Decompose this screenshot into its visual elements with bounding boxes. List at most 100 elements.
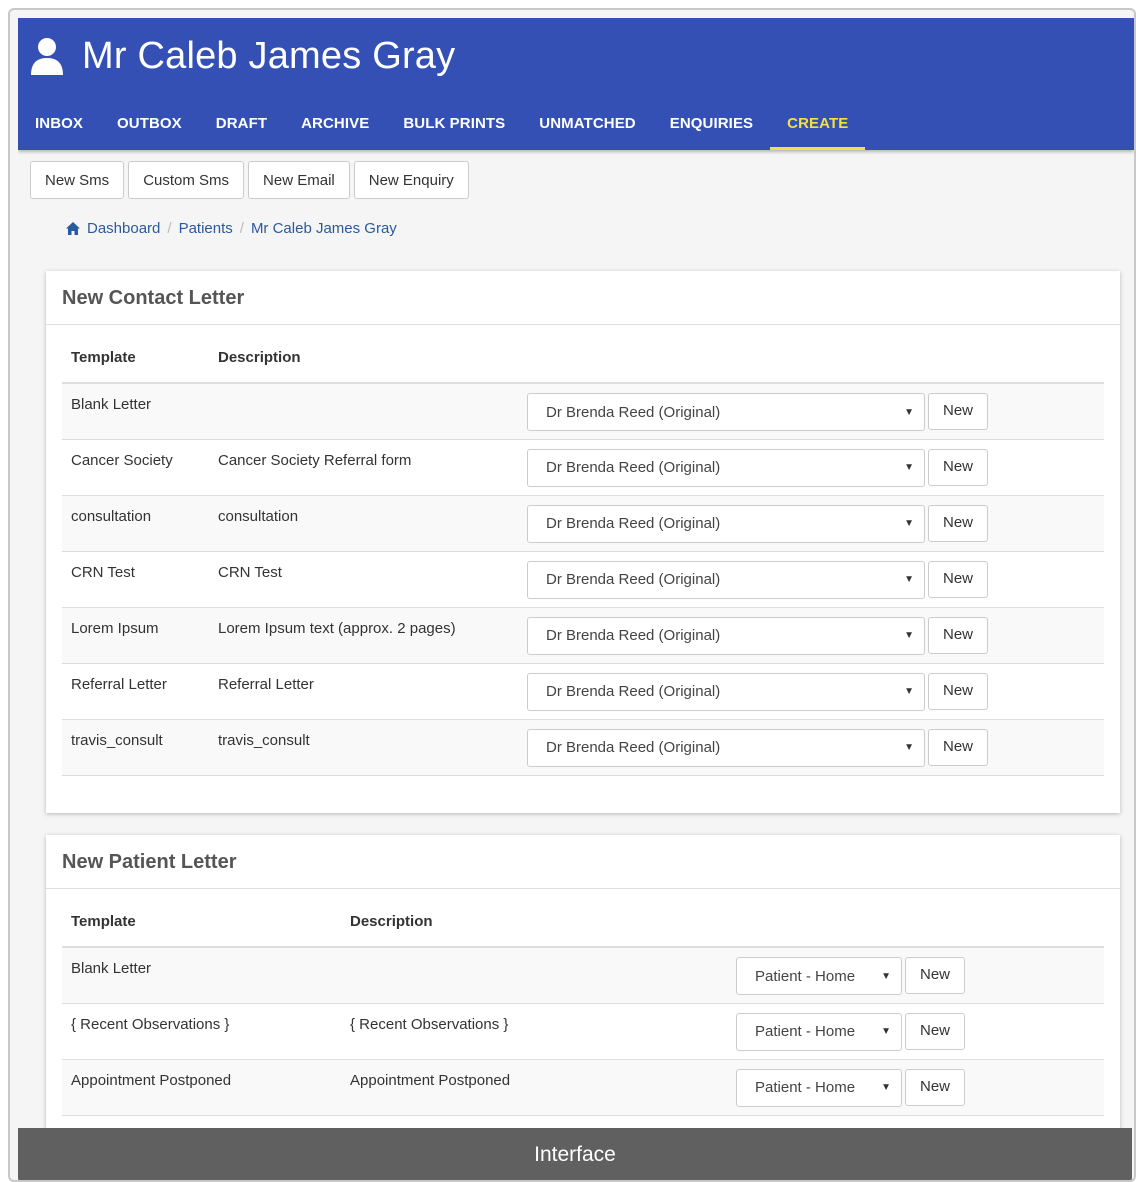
column-header-template: Template <box>62 909 341 948</box>
nav-tab-archive[interactable]: ARCHIVE <box>284 102 386 150</box>
column-header-description: Description <box>341 909 736 948</box>
action-cell: New <box>925 383 1104 440</box>
nav-tab-outbox[interactable]: OUTBOX <box>100 102 199 150</box>
column-header-action <box>925 345 1104 384</box>
caret-down-icon: ▼ <box>881 1026 891 1037</box>
author-select-value: Dr Brenda Reed (Original) <box>546 571 721 588</box>
breadcrumb: Dashboard / Patients / Mr Caleb James Gr… <box>66 220 397 237</box>
column-header-template: Template <box>62 345 209 384</box>
new-enquiry-button[interactable]: New Enquiry <box>353 161 469 199</box>
address-select[interactable]: Patient - Home ▼ <box>736 957 902 995</box>
caret-down-icon: ▼ <box>881 970 891 982</box>
author-select-value: Dr Brenda Reed (Original) <box>546 627 721 644</box>
new-letter-button[interactable]: New <box>928 672 988 710</box>
template-cell: Blank Letter <box>62 947 341 1004</box>
new-letter-button[interactable]: New <box>928 560 988 598</box>
table-header-row: Template Description <box>62 909 1104 948</box>
column-header-description: Description <box>209 345 527 384</box>
app-window: Mr Caleb James Gray INBOX OUTBOX DRAFT ARCH… <box>18 18 1134 1138</box>
address-select-value: Patient - Home <box>755 1023 856 1040</box>
description-cell <box>209 383 527 440</box>
template-cell: Cancer Society <box>62 439 209 496</box>
template-cell: Blank Letter <box>62 383 209 440</box>
author-select[interactable]: Dr Brenda Reed (Original) ▼ <box>527 393 925 431</box>
page-title: Mr Caleb James Gray <box>82 34 456 77</box>
description-cell: Appointment Postponed <box>341 1059 736 1116</box>
custom-sms-button[interactable]: Custom Sms <box>128 161 245 199</box>
contact-letter-rows: Blank Letter Dr Brenda Reed (Original) ▼ Ne… <box>62 383 1104 776</box>
new-letter-button[interactable]: New <box>928 616 988 654</box>
select-cell: Dr Brenda Reed (Original) ▼ <box>527 551 925 608</box>
author-select[interactable]: Dr Brenda Reed (Original) ▼ <box>527 616 925 655</box>
description-cell: Referral Letter <box>209 663 527 720</box>
author-select[interactable]: Dr Brenda Reed (Original) ▼ <box>527 728 925 767</box>
action-toolbar: New Sms Custom Sms New Email New Enquiry <box>30 161 469 199</box>
new-email-button[interactable]: New Email <box>248 161 350 199</box>
nav-tab-unmatched[interactable]: UNMATCHED <box>522 102 652 150</box>
title-row: Mr Caleb James Gray <box>30 30 455 82</box>
column-header-address <box>736 909 902 948</box>
contact-letter-table: Template Description Blank Letter Dr Bren… <box>62 345 1104 776</box>
table-row: Referral Letter Referral Letter Dr Brenda … <box>62 663 1104 720</box>
header-bar: Mr Caleb James Gray INBOX OUTBOX DRAFT ARCH… <box>18 18 1134 150</box>
breadcrumb-patient[interactable]: Mr Caleb James Gray <box>251 220 397 237</box>
breadcrumb-patients[interactable]: Patients <box>179 220 233 237</box>
table-row: travis_consult travis_consult Dr Brenda Re… <box>62 719 1104 776</box>
author-select[interactable]: Dr Brenda Reed (Original) ▼ <box>527 560 925 599</box>
home-icon <box>66 222 80 235</box>
template-cell: consultation <box>62 495 209 552</box>
action-cell: New <box>902 947 1104 1004</box>
author-select[interactable]: Dr Brenda Reed (Original) ▼ <box>527 672 925 711</box>
patient-letter-rows: Blank Letter Patient - Home ▼ New{ Recent O… <box>62 947 1104 1116</box>
nav-tab-create[interactable]: CREATE <box>770 102 866 150</box>
action-cell: New <box>925 719 1104 776</box>
main-nav: INBOX OUTBOX DRAFT ARCHIVE BULK PRINTS UNMATC… <box>18 102 866 150</box>
table-row: { Recent Observations }{ Recent Observat… <box>62 1003 1104 1060</box>
template-cell: CRN Test <box>62 551 209 608</box>
author-select[interactable]: Dr Brenda Reed (Original) ▼ <box>527 448 925 487</box>
select-cell: Dr Brenda Reed (Original) ▼ <box>527 439 925 496</box>
select-cell: Dr Brenda Reed (Original) ▼ <box>527 663 925 720</box>
new-letter-button[interactable]: New <box>905 1068 965 1106</box>
new-letter-button[interactable]: New <box>928 728 988 766</box>
action-cell: New <box>925 495 1104 552</box>
new-letter-button[interactable]: New <box>928 504 988 542</box>
template-cell: travis_consult <box>62 719 209 776</box>
table-row: Appointment Postponed Appointment Postpon… <box>62 1059 1104 1116</box>
nav-tab-draft[interactable]: DRAFT <box>199 102 284 150</box>
breadcrumb-dashboard[interactable]: Dashboard <box>87 220 160 237</box>
description-cell: Lorem Ipsum text (approx. 2 pages) <box>209 607 527 664</box>
address-select[interactable]: Patient - Home ▼ <box>736 1068 902 1107</box>
column-header-action <box>902 909 1104 948</box>
select-cell: Patient - Home ▼ <box>736 1059 902 1116</box>
select-cell: Patient - Home ▼ <box>736 947 902 1004</box>
table-row: Blank Letter Dr Brenda Reed (Original) ▼ Ne… <box>62 383 1104 440</box>
author-select-value: Dr Brenda Reed (Original) <box>546 683 721 700</box>
description-cell: { Recent Observations } <box>341 1003 736 1060</box>
new-letter-button[interactable]: New <box>928 448 988 486</box>
select-cell: Dr Brenda Reed (Original) ▼ <box>527 383 925 440</box>
new-letter-button[interactable]: New <box>928 393 988 430</box>
author-select-value: Dr Brenda Reed (Original) <box>546 403 721 421</box>
action-cell: New <box>902 1059 1104 1116</box>
contact-letter-panel: New Contact Letter Template Description … <box>46 271 1120 813</box>
template-cell: Lorem Ipsum <box>62 607 209 664</box>
caret-down-icon: ▼ <box>904 406 914 418</box>
table-row: consultation consultation Dr Brenda Reed (… <box>62 495 1104 552</box>
description-cell: Cancer Society Referral form <box>209 439 527 496</box>
table-row: Lorem Ipsum Lorem Ipsum text (approx. 2 p… <box>62 607 1104 664</box>
nav-tab-inbox[interactable]: INBOX <box>18 102 100 150</box>
nav-tab-bulk-prints[interactable]: BULK PRINTS <box>386 102 522 150</box>
address-select[interactable]: Patient - Home ▼ <box>736 1012 902 1051</box>
select-cell: Dr Brenda Reed (Original) ▼ <box>527 495 925 552</box>
address-select-value: Patient - Home <box>755 967 856 985</box>
caret-down-icon: ▼ <box>904 462 914 473</box>
footer-caption: Interface <box>18 1128 1132 1180</box>
breadcrumb-separator: / <box>239 220 244 237</box>
patient-letter-panel: New Patient Letter Template Description … <box>46 835 1120 1138</box>
nav-tab-enquiries[interactable]: ENQUIRIES <box>653 102 770 150</box>
author-select[interactable]: Dr Brenda Reed (Original) ▼ <box>527 504 925 543</box>
new-letter-button[interactable]: New <box>905 957 965 994</box>
new-letter-button[interactable]: New <box>905 1012 965 1050</box>
new-sms-button[interactable]: New Sms <box>30 161 125 199</box>
